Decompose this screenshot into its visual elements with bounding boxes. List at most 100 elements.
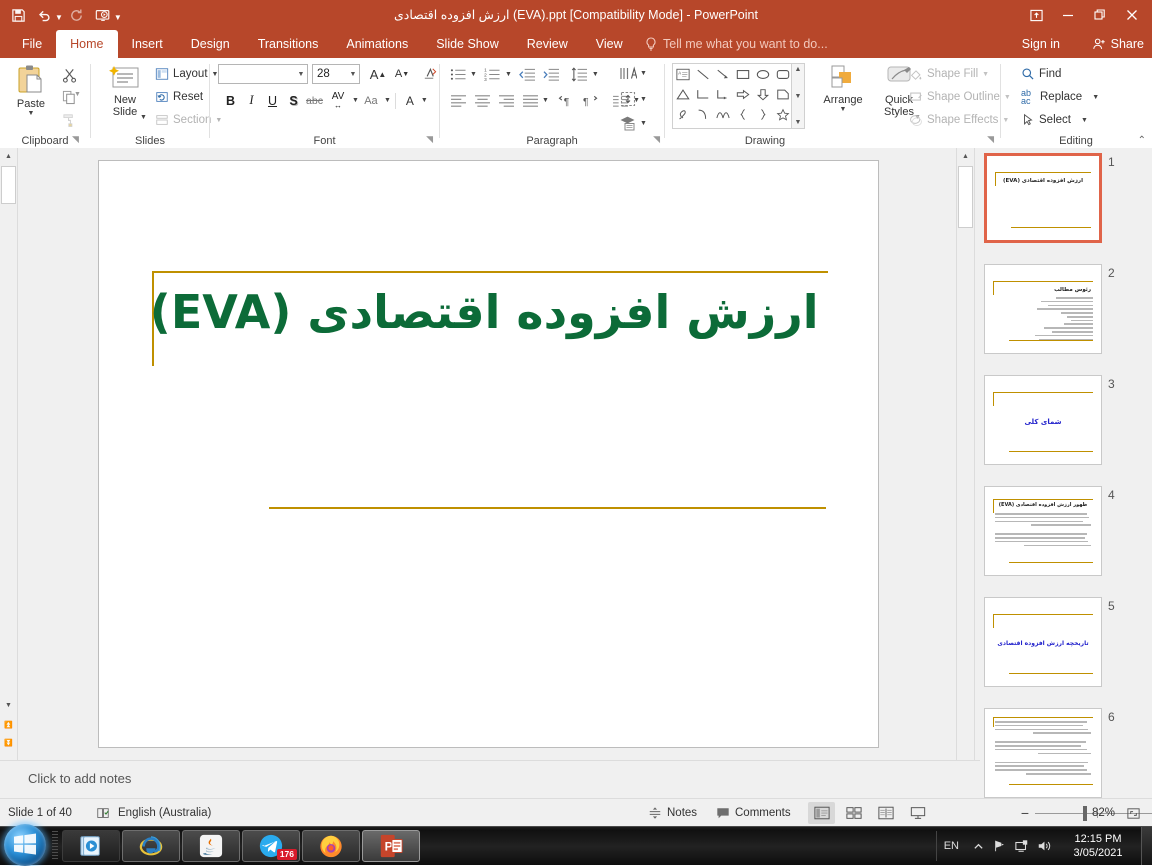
windows-start-orb-icon[interactable]	[4, 824, 46, 866]
rounded-rectangle-shape-icon[interactable]	[773, 64, 793, 84]
font-dialog-launcher[interactable]: ◥	[426, 134, 433, 145]
decrease-font-size-icon[interactable]: A▼	[390, 63, 414, 85]
align-center-icon[interactable]	[470, 90, 494, 111]
right-brace-shape-icon[interactable]	[753, 104, 773, 124]
change-case-dropdown-arrow[interactable]: ▼	[384, 97, 391, 104]
customize-quick-access-toolbar-icon[interactable]: ▼	[114, 14, 122, 22]
right-to-left-icon[interactable]: ¶	[579, 90, 603, 111]
textbox-shape-icon[interactable]: A	[673, 64, 693, 84]
paragraph-dialog-launcher[interactable]: ◥	[653, 134, 660, 145]
replace-dropdown-arrow[interactable]: ▼	[1092, 94, 1099, 101]
share-button[interactable]: Share	[1092, 30, 1144, 58]
replace-button[interactable]: abac Replace ▼	[1017, 86, 1103, 108]
numbering-icon[interactable]: 123	[481, 64, 505, 85]
tab-home[interactable]: Home	[56, 30, 117, 58]
new-slide-button[interactable]: New Slide	[99, 62, 151, 120]
cut-icon[interactable]	[58, 64, 80, 86]
comments-toggle-button[interactable]: Comments	[716, 799, 791, 827]
taskbar-item-windows-media-player[interactable]	[62, 830, 120, 862]
shapes-gallery[interactable]: A	[672, 63, 805, 129]
fit-slide-to-window-icon[interactable]	[1126, 799, 1141, 827]
shape-outline-button[interactable]: Shape Outline ▼	[905, 86, 1015, 108]
slide-thumbnail-2[interactable]: رئوس مطالب	[984, 264, 1102, 354]
italic-button[interactable]: I	[241, 90, 262, 111]
copy-dropdown-arrow[interactable]: ▼	[74, 91, 81, 98]
slide-thumbnail-6[interactable]	[984, 708, 1102, 798]
text-shadow-button[interactable]: S	[283, 90, 304, 111]
network-icon[interactable]	[989, 827, 1011, 865]
left-scrollbar[interactable]: ▲ ▼ ⏫ ⏬	[0, 148, 18, 760]
restore-icon[interactable]	[1084, 1, 1116, 29]
tab-slide-show[interactable]: Slide Show	[422, 30, 513, 58]
font-color-button[interactable]: A	[400, 90, 420, 111]
zoom-out-icon[interactable]: −	[1015, 805, 1035, 821]
paste-button[interactable]: Paste ▼	[6, 62, 56, 119]
zoom-thumb[interactable]	[1083, 806, 1087, 821]
arrange-dropdown-arrow[interactable]: ▼	[840, 106, 847, 113]
character-spacing-dropdown-arrow[interactable]: ▼	[352, 97, 359, 104]
action-center-icon[interactable]	[1011, 827, 1033, 865]
taskbar-item-internet-explorer[interactable]	[122, 830, 180, 862]
tab-design[interactable]: Design	[177, 30, 244, 58]
text-direction-icon[interactable]	[616, 62, 640, 84]
character-spacing-button[interactable]: AV ↔	[325, 90, 351, 111]
shapes-gallery-more-arrow[interactable]: ▼	[795, 119, 802, 126]
scribble-shape-icon[interactable]	[673, 104, 693, 124]
format-painter-icon[interactable]	[58, 108, 80, 130]
align-text-icon[interactable]	[616, 88, 640, 110]
slide-thumbnails-pane[interactable]: ارزش افزوده اقتصادی (EVA) 1 رئوس مطالب	[976, 148, 1152, 798]
shapes-gallery-up-arrow[interactable]: ▲	[795, 66, 802, 73]
slide-thumbnail-1[interactable]: ارزش افزوده اقتصادی (EVA)	[984, 153, 1102, 243]
taskbar-item-powerpoint[interactable]: P	[362, 830, 420, 862]
slide-thumbnail-4[interactable]: ظهور ارزش افزوده اقتصادی (EVA)	[984, 486, 1102, 576]
flowchart-shape-icon[interactable]	[773, 84, 793, 104]
notes-pane[interactable]: Click to add notes	[0, 760, 980, 799]
arrow-shape-icon[interactable]	[713, 64, 733, 84]
undo-icon[interactable]	[32, 3, 56, 27]
paste-dropdown-arrow[interactable]: ▼	[28, 110, 35, 117]
convert-to-smartart-dropdown-arrow[interactable]: ▼	[640, 120, 647, 127]
slide-title-placeholder[interactable]: ارزش افزوده اقتصادی (EVA)	[159, 286, 819, 339]
scroll-up-button[interactable]: ▲	[0, 148, 17, 165]
increase-indent-icon[interactable]	[540, 64, 564, 85]
bold-button[interactable]: B	[220, 90, 241, 111]
elbow-arrow-connector-shape-icon[interactable]	[713, 84, 733, 104]
spellcheck-icon[interactable]	[96, 799, 110, 827]
rectangle-shape-icon[interactable]	[733, 64, 753, 84]
save-icon[interactable]	[6, 3, 30, 27]
show-desktop-button[interactable]	[1141, 827, 1152, 865]
close-icon[interactable]	[1116, 1, 1148, 29]
slide-scroll-thumb[interactable]	[958, 166, 973, 228]
shapes-gallery-down-arrow[interactable]: ▼	[795, 93, 802, 100]
taskbar-item-firefox[interactable]	[302, 830, 360, 862]
scroll-down-button[interactable]: ▼	[0, 697, 17, 714]
zoom-level-label[interactable]: 82%	[1092, 799, 1115, 827]
slide-scroll-up-button[interactable]: ▲	[957, 148, 974, 165]
show-hidden-icons-icon[interactable]	[967, 827, 989, 865]
tab-view[interactable]: View	[582, 30, 637, 58]
font-color-dropdown-arrow[interactable]: ▼	[421, 97, 428, 104]
line-spacing-icon[interactable]	[568, 64, 592, 85]
slide-show-view-icon[interactable]	[904, 802, 931, 824]
taskbar-item-telegram[interactable]: 176	[242, 830, 300, 862]
strikethrough-button[interactable]: abc	[304, 90, 325, 111]
align-left-icon[interactable]	[446, 90, 470, 111]
font-name-dropdown-arrow[interactable]: ▼	[294, 65, 308, 83]
underline-button[interactable]: U	[262, 90, 283, 111]
decrease-indent-icon[interactable]	[516, 64, 540, 85]
slide-pane-scrollbar[interactable]: ▲ ▼	[956, 148, 975, 798]
slide-sorter-view-icon[interactable]	[840, 802, 867, 824]
minimize-icon[interactable]	[1052, 1, 1084, 29]
clear-formatting-icon[interactable]	[418, 63, 440, 85]
oval-shape-icon[interactable]	[753, 64, 773, 84]
font-size-dropdown-arrow[interactable]: ▼	[346, 65, 360, 83]
shapes-gallery-scrollbar[interactable]: ▲ ▼ ▼	[791, 64, 804, 128]
justify-icon[interactable]	[518, 90, 542, 111]
triangle-shape-icon[interactable]	[673, 84, 693, 104]
bullets-dropdown-arrow[interactable]: ▼	[470, 71, 477, 78]
line-shape-icon[interactable]	[693, 64, 713, 84]
redo-icon[interactable]	[65, 3, 89, 27]
arrange-button[interactable]: Arrange ▼	[815, 62, 871, 115]
tab-insert[interactable]: Insert	[118, 30, 177, 58]
increase-font-size-icon[interactable]: A▲	[366, 63, 390, 85]
